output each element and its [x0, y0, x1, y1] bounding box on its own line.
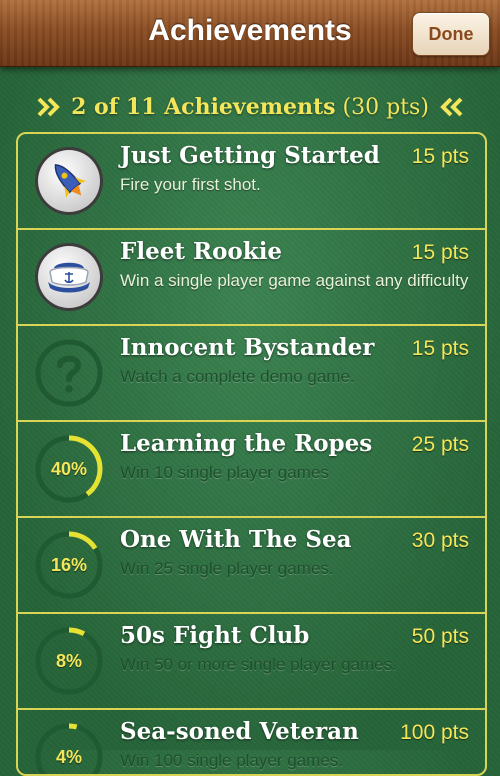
- achievement-points-total: (30 pts): [342, 94, 429, 120]
- achievement-row[interactable]: 4% Sea-soned Veteran 100 pts Win 100 sin…: [18, 710, 485, 774]
- achievement-description: Win 50 or more single player games.: [120, 655, 397, 674]
- sailor-hat-icon: [35, 243, 103, 311]
- achievement-badge: [34, 242, 104, 312]
- achievement-row[interactable]: Fleet Rookie 15 pts Win a single player …: [18, 230, 485, 326]
- achievement-row[interactable]: Innocent Bystander 15 pts Watch a comple…: [18, 326, 485, 422]
- achievements-summary: 2 of 11 Achievements (30 pts): [0, 90, 500, 124]
- achievement-title: Just Getting Started: [120, 142, 380, 169]
- achievement-row[interactable]: 16% One With The Sea 30 pts Win 25 singl…: [18, 518, 485, 614]
- achievement-description: Win 100 single player games.: [120, 751, 344, 770]
- achievement-title: 50s Fight Club: [120, 622, 310, 649]
- achievement-row[interactable]: 8% 50s Fight Club 50 pts Win 50 or more …: [18, 614, 485, 710]
- achievement-list: Just Getting Started 15 pts Fire your fi…: [16, 132, 487, 776]
- achievement-points: 25 pts: [411, 433, 469, 456]
- achievement-points: 30 pts: [411, 529, 469, 552]
- rocket-icon: [35, 147, 103, 215]
- achievement-points: 50 pts: [411, 625, 469, 648]
- progress-percent: 8%: [55, 650, 82, 671]
- progress-ring: 16%: [34, 530, 104, 600]
- double-chevron-right-icon: [37, 97, 60, 117]
- done-button[interactable]: Done: [412, 12, 490, 56]
- achievement-badge: [34, 146, 104, 216]
- achievement-title: Fleet Rookie: [120, 238, 283, 265]
- achievement-description: Win 25 single player games.: [120, 559, 334, 578]
- achievement-points: 15 pts: [411, 145, 469, 168]
- achievement-points: 15 pts: [411, 241, 469, 264]
- achievement-description: Watch a complete demo game.: [120, 367, 355, 386]
- achievement-row[interactable]: Just Getting Started 15 pts Fire your fi…: [18, 134, 485, 230]
- achievement-row[interactable]: 40% Learning the Ropes 25 pts Win 10 sin…: [18, 422, 485, 518]
- achievement-title: Innocent Bystander: [120, 334, 375, 361]
- achievement-description: Fire your first shot.: [120, 175, 261, 194]
- achievement-title: Sea-soned Veteran: [120, 718, 359, 745]
- progress-percent: 40%: [50, 458, 88, 479]
- achievement-count: 2 of 11 Achievements: [71, 94, 336, 120]
- achievement-points: 100 pts: [400, 721, 469, 744]
- achievement-description: Win a single player game against any dif…: [120, 271, 469, 290]
- achievement-description: Win 10 single player games: [120, 463, 329, 482]
- progress-percent: 4%: [55, 746, 82, 767]
- progress-ring: 4%: [34, 722, 104, 774]
- progress-ring: 40%: [34, 434, 104, 504]
- question-mark-icon: [35, 339, 103, 407]
- achievement-title: One With The Sea: [120, 526, 352, 553]
- achievement-title: Learning the Ropes: [120, 430, 373, 457]
- progress-ring: 8%: [34, 626, 104, 696]
- navigation-bar: Achievements Done: [0, 0, 500, 67]
- achievement-points: 15 pts: [411, 337, 469, 360]
- achievement-badge: [34, 338, 104, 408]
- double-chevron-left-icon: [440, 97, 463, 117]
- progress-percent: 16%: [50, 554, 88, 575]
